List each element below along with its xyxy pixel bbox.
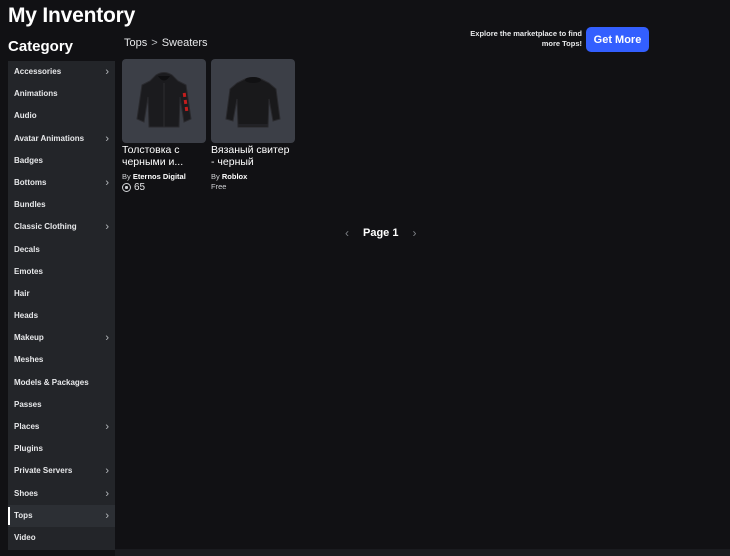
- sidebar-item-tops[interactable]: Tops ›: [8, 504, 115, 527]
- sidebar-item-label: Badges: [14, 155, 43, 165]
- item-name[interactable]: Толстовка с черными и...: [122, 144, 206, 168]
- sidebar-item-audio[interactable]: Audio: [8, 105, 115, 127]
- page-indicator: Page 1: [363, 227, 399, 239]
- sidebar-item-emotes[interactable]: Emotes: [8, 261, 115, 283]
- sidebar-item-models-and-packages[interactable]: Models & Packages: [8, 372, 115, 394]
- hoodie-image: [136, 72, 192, 128]
- sidebar-item-video[interactable]: Video: [8, 527, 115, 549]
- sidebar-item-label: Animations: [14, 89, 58, 99]
- sidebar-item-label: Avatar Animations: [14, 133, 85, 143]
- item-thumbnail[interactable]: [211, 59, 295, 143]
- sidebar-item-label: Decals: [14, 244, 40, 254]
- chevron-right-icon: ›: [105, 132, 109, 145]
- sidebar-item-label: Accessories: [14, 67, 62, 76]
- sidebar-item-label: Plugins: [14, 444, 43, 454]
- get-more-button[interactable]: Get More: [586, 27, 649, 52]
- sidebar-item-label: Shoes: [14, 488, 39, 498]
- chevron-left-icon[interactable]: ‹: [345, 226, 349, 240]
- sidebar-item-label: Private Servers: [14, 466, 73, 476]
- sidebar-item-label: Places: [14, 422, 40, 431]
- chevron-right-icon: ›: [105, 509, 109, 522]
- category-heading: Category: [8, 38, 74, 55]
- chevron-right-icon: >: [151, 37, 158, 49]
- item-creator: By Roblox: [211, 172, 248, 181]
- breadcrumb-current: Sweaters: [161, 37, 208, 49]
- sweater-image: [225, 77, 281, 128]
- sidebar-item-label: Video: [14, 532, 36, 542]
- sidebar-item-classic-clothing[interactable]: Classic Clothing ›: [8, 216, 115, 238]
- category-sidebar: Accessories › Animations Audio Avatar Animat…: [8, 61, 115, 550]
- sidebar-item-label: Heads: [14, 311, 39, 321]
- sidebar-item-label: Audio: [14, 111, 37, 121]
- item-thumbnail[interactable]: [122, 59, 206, 143]
- sidebar-item-label: Tops: [14, 510, 33, 520]
- sidebar-item-label: Models & Packages: [14, 377, 89, 387]
- sidebar-item-hair[interactable]: Hair: [8, 283, 115, 305]
- sidebar-item-label: Bottoms: [14, 177, 47, 187]
- chevron-right-icon: ›: [105, 66, 109, 78]
- pagination: ‹ Page 1 ›: [345, 226, 416, 240]
- item-price: Free: [211, 182, 227, 191]
- sidebar-item-animations[interactable]: Animations: [8, 83, 115, 105]
- chevron-right-icon: ›: [105, 332, 109, 345]
- sidebar-item-label: Makeup: [14, 333, 44, 343]
- marketplace-promo-text: Explore the marketplace to find more Top…: [470, 29, 582, 48]
- creator-link[interactable]: Eternos Digital: [133, 172, 186, 181]
- sidebar-item-label: Passes: [14, 399, 42, 409]
- sidebar-item-heads[interactable]: Heads: [8, 305, 115, 327]
- breadcrumb-tops[interactable]: Tops: [124, 37, 147, 49]
- sidebar-item-plugins[interactable]: Plugins: [8, 438, 115, 460]
- item-price: 65: [122, 182, 206, 193]
- sidebar-item-badges[interactable]: Badges: [8, 150, 115, 172]
- sidebar-item-label: Classic Clothing: [14, 222, 77, 232]
- sidebar-item-label: Hair: [14, 288, 30, 298]
- sidebar-item-label: Bundles: [14, 200, 46, 210]
- sidebar-item-bundles[interactable]: Bundles: [8, 194, 115, 216]
- chevron-right-icon[interactable]: ›: [412, 226, 416, 240]
- sidebar-item-private-servers[interactable]: Private Servers ›: [8, 460, 115, 482]
- chevron-right-icon: ›: [105, 465, 109, 478]
- sidebar-item-meshes[interactable]: Meshes: [8, 349, 115, 371]
- robux-icon: [122, 183, 131, 192]
- sidebar-item-passes[interactable]: Passes: [8, 394, 115, 416]
- item-name[interactable]: Вязаный свитер - черный: [211, 144, 295, 168]
- sidebar-item-label: Emotes: [14, 266, 43, 276]
- sidebar-item-shoes[interactable]: Shoes ›: [8, 483, 115, 505]
- sidebar-item-places[interactable]: Places ›: [8, 416, 115, 438]
- sidebar-item-accessories[interactable]: Accessories ›: [8, 61, 115, 83]
- page-title: My Inventory: [8, 4, 136, 27]
- chevron-right-icon: ›: [105, 221, 109, 234]
- bottom-scrollbar: [115, 549, 730, 556]
- sidebar-item-decals[interactable]: Decals: [8, 239, 115, 261]
- sidebar-item-bottoms[interactable]: Bottoms ›: [8, 172, 115, 194]
- breadcrumb: Tops > Sweaters: [124, 37, 208, 49]
- creator-link[interactable]: Roblox: [222, 172, 247, 181]
- item-card[interactable]: Толстовка с черными и... By Eternos Digi…: [122, 59, 206, 193]
- sidebar-item-makeup[interactable]: Makeup ›: [8, 327, 115, 349]
- chevron-right-icon: ›: [105, 487, 109, 500]
- sidebar-item-label: Meshes: [14, 355, 44, 365]
- item-card[interactable]: Вязаный свитер - черный By Roblox Free: [211, 59, 295, 191]
- sidebar-item-avatar-animations[interactable]: Avatar Animations ›: [8, 128, 115, 150]
- chevron-right-icon: ›: [105, 421, 109, 433]
- chevron-right-icon: ›: [105, 176, 109, 189]
- item-creator: By Eternos Digital: [122, 172, 186, 181]
